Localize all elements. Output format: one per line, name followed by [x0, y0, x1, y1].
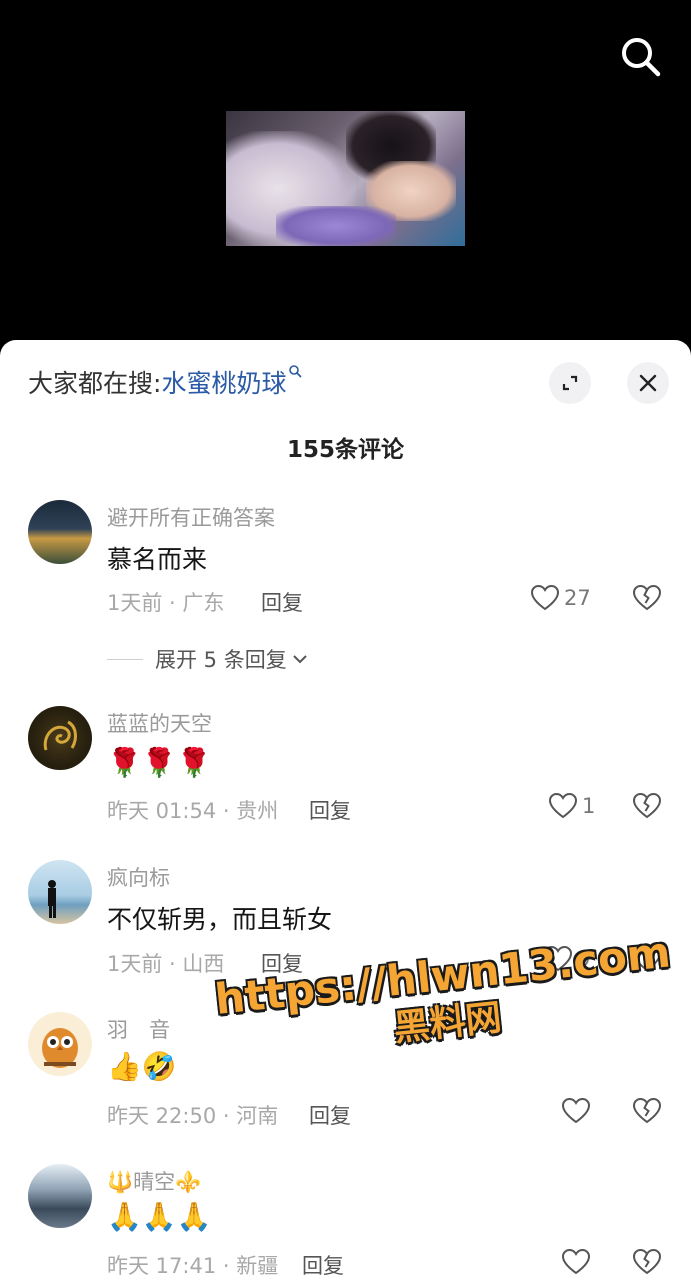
like-count: 1 [582, 794, 596, 818]
avatar-owl-art [42, 1028, 78, 1068]
comment-meta: 昨天 01:54 · 贵州 [107, 799, 279, 823]
divider [107, 658, 143, 660]
avatar[interactable] [28, 1012, 92, 1076]
broken-heart-icon [632, 1097, 662, 1124]
heart-icon [561, 1097, 591, 1124]
sheet-header: 大家都在搜:水蜜桃奶球 [0, 340, 691, 430]
comment-text: 🌹🌹🌹 [107, 746, 212, 779]
comment-text: 🙏🙏🙏 [107, 1200, 212, 1233]
video-thumbnail[interactable] [226, 111, 465, 246]
like-button[interactable]: 1 [548, 792, 595, 820]
expand-replies-label: 展开 5 条回复 [155, 648, 287, 672]
comment-item: 🔱晴空⚜️ 🙏🙏🙏 昨天 17:41 · 新疆 回复 [0, 1164, 691, 1280]
like-button[interactable] [561, 1248, 591, 1276]
reply-button[interactable]: 回复 [261, 587, 303, 617]
expand-replies-button[interactable]: 展开 5 条回复 [107, 644, 309, 674]
heart-icon [548, 792, 578, 819]
comment-item: 避开所有正确答案 慕名而来 1天前 · 广东 回复 27 [0, 498, 691, 688]
chevron-down-icon [293, 655, 307, 664]
dislike-button[interactable] [632, 792, 662, 824]
avatar-person-figure [48, 880, 56, 918]
comment-item: 蓝蓝的天空 🌹🌹🌹 昨天 01:54 · 贵州 回复 1 [0, 706, 691, 856]
avatar[interactable] [28, 500, 92, 564]
search-suggestion[interactable]: 大家都在搜:水蜜桃奶球 [28, 364, 302, 400]
comment-meta: 1天前 · 广东 [107, 591, 225, 615]
comment-username[interactable]: 疯向标 [107, 862, 170, 892]
reply-button[interactable]: 回复 [309, 1100, 351, 1130]
reply-button[interactable]: 回复 [302, 1250, 344, 1280]
search-icon [622, 38, 661, 77]
comment-text: 慕名而来 [107, 545, 208, 574]
search-hint-prefix: 大家都在搜: [28, 369, 162, 398]
comment-count: 155条评论 [286, 437, 404, 463]
like-button[interactable] [561, 1097, 591, 1125]
comment-username[interactable]: 羽 音 [107, 1014, 170, 1044]
avatar-dragon-art [43, 720, 77, 751]
expand-icon [562, 375, 578, 391]
dislike-button[interactable] [632, 584, 662, 616]
dislike-button[interactable] [632, 1097, 662, 1129]
search-icon [289, 365, 302, 378]
avatar[interactable] [28, 1164, 92, 1228]
reply-button[interactable]: 回复 [309, 795, 351, 825]
comment-text: 不仅斩男，而且斩女 [107, 905, 333, 934]
search-button[interactable] [618, 34, 664, 80]
comment-username[interactable]: 蓝蓝的天空 [107, 708, 212, 738]
avatar[interactable] [28, 706, 92, 770]
broken-heart-icon [632, 584, 662, 611]
comment-username[interactable]: 避开所有正确答案 [107, 502, 275, 532]
comment-meta: 昨天 22:50 · 河南 [107, 1104, 279, 1128]
like-button[interactable]: 27 [530, 584, 591, 612]
avatar[interactable] [28, 860, 92, 924]
close-icon [639, 374, 657, 392]
expand-button[interactable] [549, 362, 591, 404]
broken-heart-icon [632, 1248, 662, 1275]
heart-icon [561, 1248, 591, 1275]
comments-sheet: 大家都在搜:水蜜桃奶球 155条评论 避开所有正确答案 慕名而来 1天前 · 广… [0, 340, 691, 1280]
like-count: 27 [564, 586, 591, 610]
heart-icon [530, 584, 560, 611]
comment-text: 👍🤣 [107, 1050, 177, 1083]
comment-meta: 昨天 17:41 · 新疆 [107, 1254, 279, 1278]
thumb-shape [276, 206, 396, 246]
dislike-button[interactable] [632, 1248, 662, 1280]
comment-meta: 1天前 · 山西 [107, 952, 225, 976]
video-area [0, 0, 691, 340]
close-button[interactable] [627, 362, 669, 404]
search-hint-term[interactable]: 水蜜桃奶球 [161, 369, 286, 398]
broken-heart-icon [632, 792, 662, 819]
comment-username[interactable]: 🔱晴空⚜️ [107, 1166, 201, 1196]
